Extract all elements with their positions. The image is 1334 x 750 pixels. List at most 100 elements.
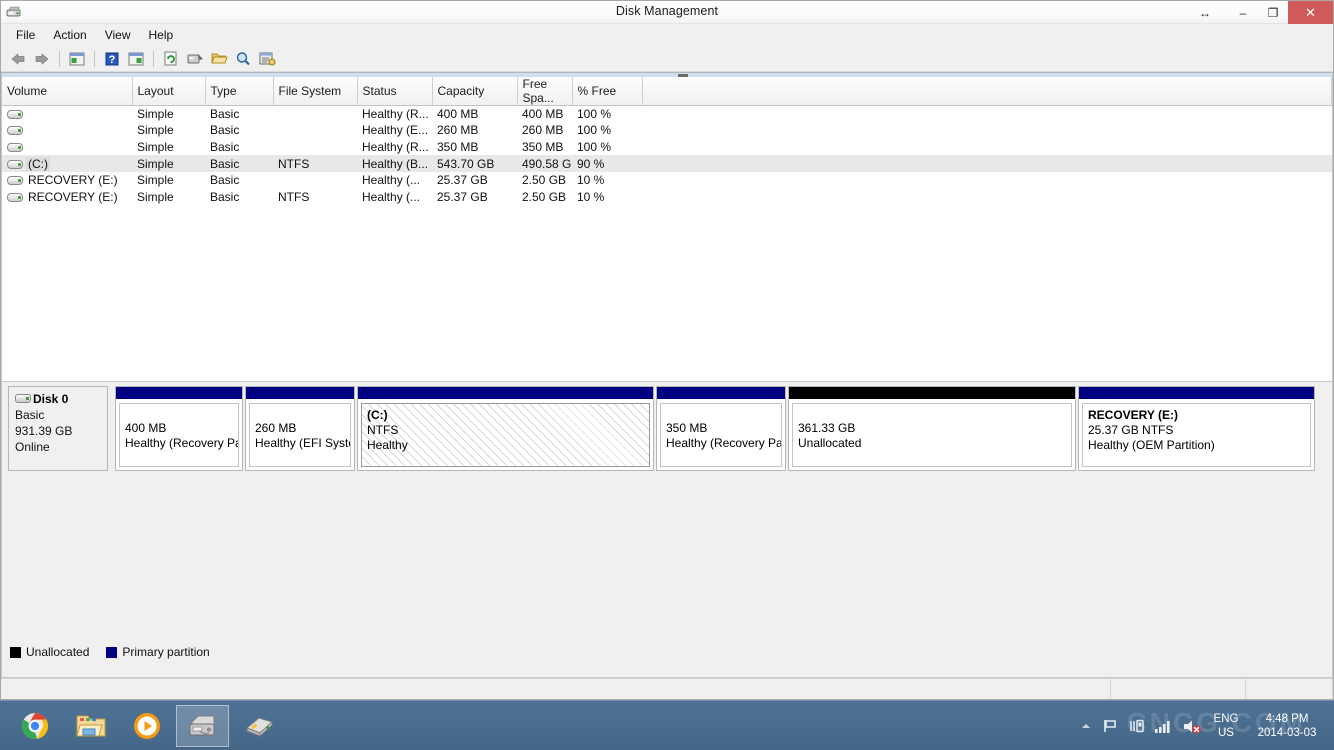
title-bar: Disk Management ↔ – ❐ ✕ — [1, 1, 1333, 24]
close-button[interactable]: ✕ — [1288, 1, 1333, 24]
help-icon[interactable]: ? — [101, 48, 123, 70]
cell-layout: Simple — [137, 173, 174, 188]
cell-capacity: 350 MB — [437, 139, 479, 154]
partition-block[interactable]: 361.33 GB Unallocated — [788, 386, 1076, 471]
cell-free-space: 2.50 GB — [522, 173, 567, 188]
partition-block[interactable]: 260 MBHealthy (EFI System P — [245, 386, 355, 471]
cell-percent-free: 100 % — [577, 107, 612, 122]
table-row[interactable]: RECOVERY (E:) Simple Basic NTFS Healthy (...… — [2, 188, 1332, 205]
restore-button[interactable]: ❐ — [1258, 1, 1288, 24]
table-row[interactable]: RECOVERY (E:) Simple Basic Healthy (... 25.3… — [2, 172, 1332, 189]
partition-block[interactable]: 350 MB Healthy (Recovery Part — [656, 386, 786, 471]
action-center-icon[interactable] — [1128, 718, 1145, 734]
partition-color-bar — [116, 387, 242, 400]
show-hide-tree-icon[interactable] — [66, 48, 88, 70]
language-indicator[interactable]: ENG US — [1211, 712, 1241, 740]
cell-percent-free: 10 % — [577, 189, 605, 204]
search-icon[interactable] — [232, 48, 254, 70]
menu-help[interactable]: Help — [140, 26, 183, 44]
partition-block[interactable]: RECOVERY (E:) 25.37 GB NTFS Healthy (OEM P… — [1078, 386, 1315, 471]
cell-status: Healthy (... — [362, 189, 421, 204]
volume-label — [26, 123, 30, 137]
partition-inner: (C:) NTFS Healthy — [361, 403, 650, 467]
clock[interactable]: 4:48 PM 2014-03-03 — [1250, 712, 1324, 740]
show-action-pane-icon[interactable] — [125, 48, 147, 70]
show-hidden-icons-icon[interactable] — [1079, 719, 1093, 733]
taskbar-disk-drive-icon[interactable] — [232, 705, 285, 747]
partition-color-bar — [1079, 387, 1314, 400]
taskbar-media-player-icon[interactable] — [120, 705, 173, 747]
column-header-percent-free[interactable]: % Free — [572, 77, 643, 106]
properties-icon[interactable] — [256, 48, 278, 70]
partition-inner: 400 MBHealthy (Recovery Parti — [119, 403, 239, 467]
partition-inner: 350 MB Healthy (Recovery Part — [660, 403, 782, 467]
volume-label: RECOVERY (E:) — [28, 173, 118, 188]
partition-block[interactable]: (C:) NTFS Healthy — [357, 386, 654, 471]
legend-label-unallocated: Unallocated — [26, 645, 90, 659]
menu-view[interactable]: View — [96, 26, 140, 44]
disk-info-block[interactable]: Disk 0 Basic 931.39 GB Online — [8, 386, 108, 471]
cell-filler — [642, 139, 1332, 156]
volume-list-panel: Volume Layout Type File System Status Ca… — [1, 72, 1333, 382]
open-folder-icon[interactable] — [208, 48, 230, 70]
cell-file-system — [273, 139, 357, 156]
volume-muted-icon[interactable] — [1182, 718, 1202, 735]
partition-color-bar — [789, 387, 1075, 400]
table-row[interactable]: (C:) Simple Basic NTFS Healthy (B... 543.70 G… — [2, 155, 1332, 172]
taskbar-disk-management-icon[interactable] — [176, 705, 229, 747]
cell-percent-free: 100 % — [577, 123, 612, 138]
menu-file[interactable]: File — [7, 26, 44, 44]
scrollbar-thumb[interactable] — [678, 74, 688, 77]
column-header-free-space[interactable]: Free Spa... — [517, 77, 573, 106]
cell-volume: RECOVERY (E:) — [2, 188, 132, 205]
resize-button[interactable]: ↔ — [1182, 1, 1228, 24]
partition-size: 25.37 GB NTFS — [1088, 423, 1174, 437]
minimize-button[interactable]: – — [1228, 1, 1258, 24]
cell-layout: Simple — [137, 189, 174, 204]
column-header-layout[interactable]: Layout — [132, 77, 206, 106]
cell-free-space: 490.58 GB — [517, 155, 572, 172]
status-bar-cell-2 — [1111, 679, 1246, 699]
volume-label — [26, 107, 30, 121]
cell-file-system — [273, 106, 357, 123]
volume-label: RECOVERY (E:) — [28, 189, 118, 204]
column-header-volume[interactable]: Volume — [2, 77, 133, 106]
column-header-file-system[interactable]: File System — [273, 77, 358, 106]
horizontal-scrollbar[interactable] — [2, 73, 1332, 77]
system-tray: ENG US 4:48 PM 2014-03-03 — [1079, 701, 1328, 750]
back-arrow-icon[interactable] — [7, 48, 29, 70]
cell-filler — [642, 106, 1332, 123]
cell-file-system: NTFS — [273, 155, 357, 172]
disk-size: 931.39 GB — [15, 424, 73, 438]
menu-action[interactable]: Action — [44, 26, 95, 44]
cell-type: Basic — [205, 155, 273, 172]
volume-label: (C:) — [26, 156, 50, 171]
table-row[interactable]: Simple Basic Healthy (R... 400 MB 400 MB 100 … — [2, 106, 1332, 123]
disk-row-disk0: Disk 0 Basic 931.39 GB Online 400 MB Heal… — [8, 386, 1328, 471]
taskbar-chrome-icon[interactable] — [8, 705, 61, 747]
partition-label: RECOVERY (E:) — [1088, 408, 1179, 422]
refresh-icon[interactable] — [160, 48, 182, 70]
column-header-type[interactable]: Type — [205, 77, 274, 106]
cell-status: Healthy (E... — [362, 123, 429, 138]
cell-filler — [642, 188, 1332, 205]
toolbar-separator — [153, 50, 154, 67]
partition-block[interactable]: 400 MBHealthy (Recovery Parti — [115, 386, 243, 471]
table-row[interactable]: Simple Basic Healthy (R... 350 MB 350 MB 100 … — [2, 139, 1332, 156]
partition-inner: RECOVERY (E:) 25.37 GB NTFS Healthy (OEM P… — [1082, 403, 1311, 467]
taskbar-file-explorer-icon[interactable] — [64, 705, 117, 747]
cell-layout: Simple — [137, 139, 174, 154]
network-signal-icon[interactable] — [1154, 718, 1173, 734]
column-header-capacity[interactable]: Capacity — [432, 77, 518, 106]
forward-arrow-icon[interactable] — [31, 48, 53, 70]
volume-icon — [7, 142, 23, 153]
disk-name-row: Disk 0 — [15, 392, 107, 406]
rescan-disks-icon[interactable] — [184, 48, 206, 70]
legend-label-primary-partition: Primary partition — [122, 645, 210, 659]
column-header-status[interactable]: Status — [357, 77, 433, 106]
cell-free-space: 400 MB — [522, 107, 564, 122]
table-row[interactable]: Simple Basic Healthy (E... 260 MB 260 MB 100 … — [2, 122, 1332, 139]
flag-icon[interactable] — [1102, 718, 1119, 734]
partition-status: Unallocated — [798, 436, 862, 450]
menu-bar: File Action View Help — [1, 24, 1333, 46]
